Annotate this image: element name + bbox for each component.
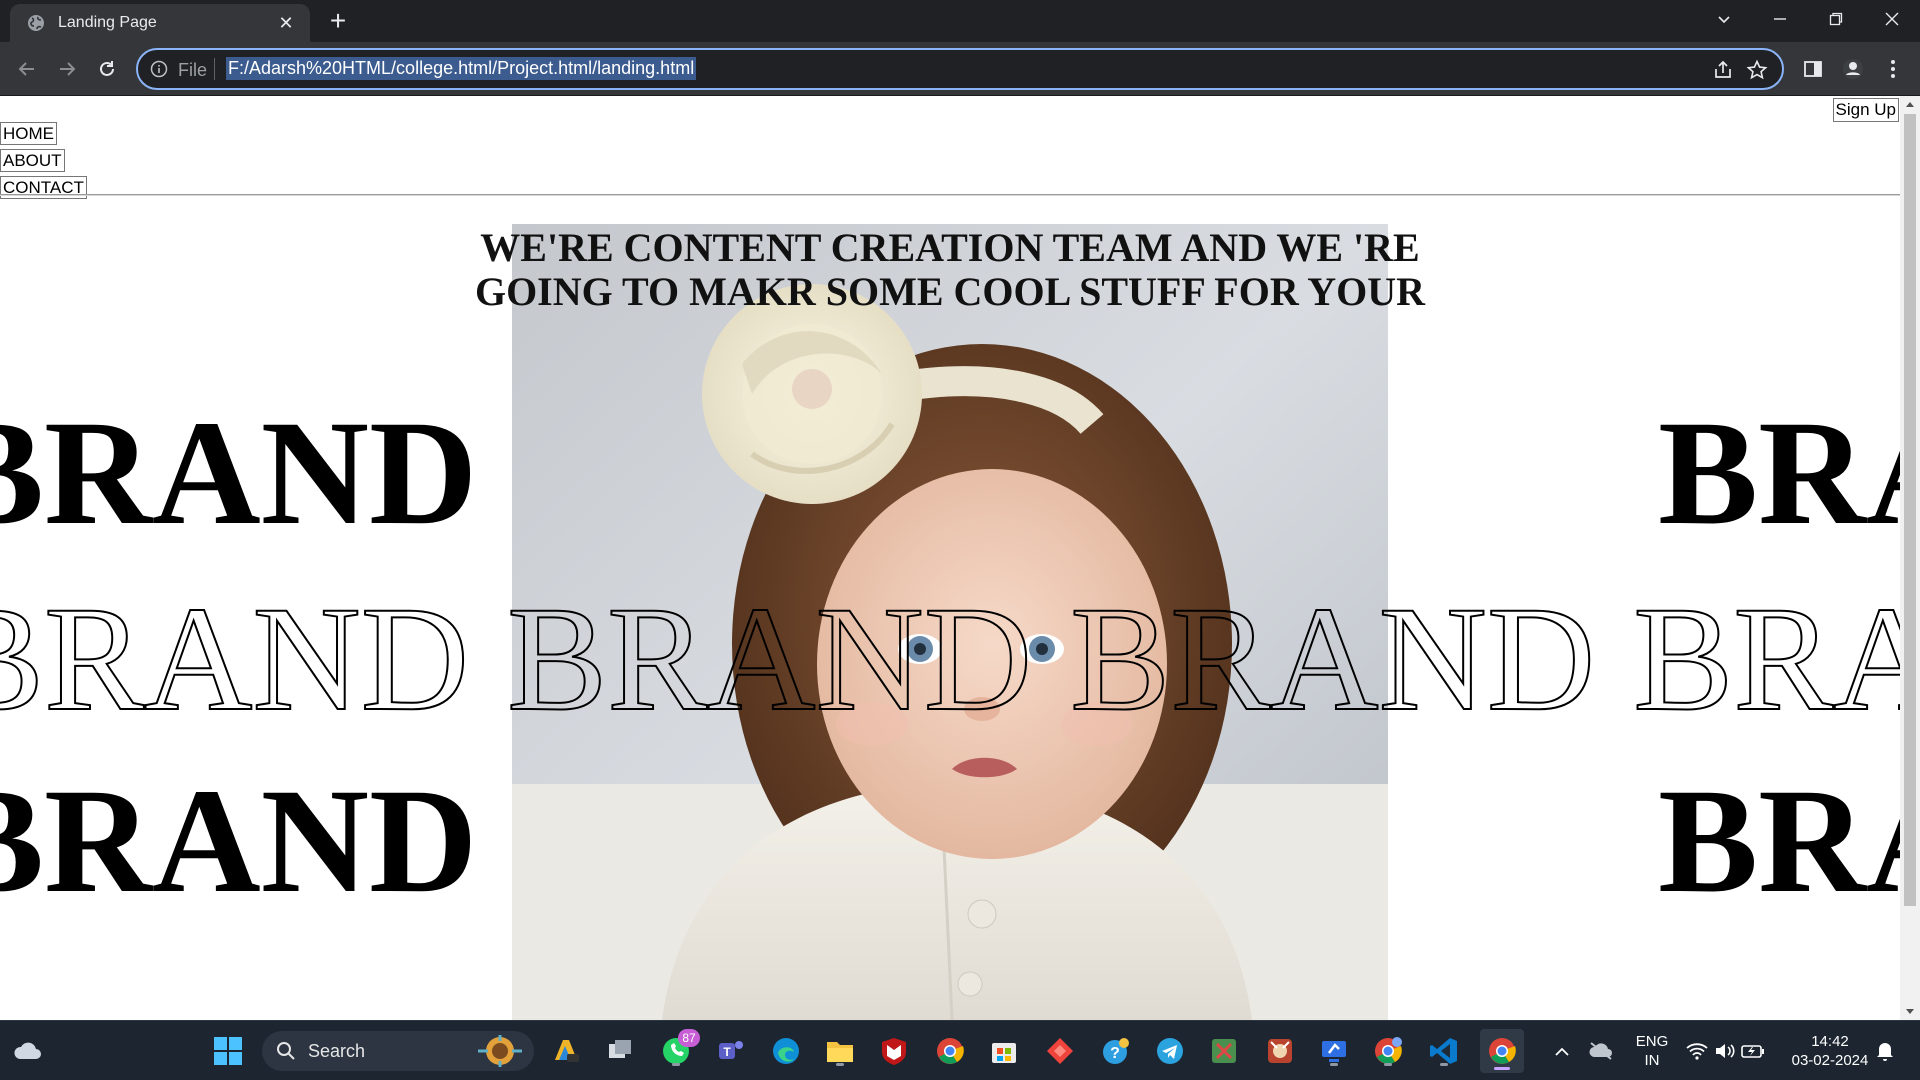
language-region: IN bbox=[1644, 1052, 1660, 1069]
address-bar[interactable]: File F:/Adarsh%20HTML/college.html/Proje… bbox=[136, 48, 1784, 90]
file-explorer-icon[interactable] bbox=[822, 1033, 858, 1069]
brand-marquee-row-3: BRANDBRANDBRANDBRANDBRAND bbox=[0, 766, 1900, 916]
bookmark-star-icon[interactable] bbox=[1746, 59, 1768, 81]
clock-time: 14:42 bbox=[1811, 1033, 1849, 1050]
show-hidden-icons-chevron-icon[interactable] bbox=[1548, 1033, 1576, 1069]
telegram-icon[interactable] bbox=[1152, 1033, 1188, 1069]
tab-search-chevron-icon[interactable] bbox=[1696, 0, 1752, 38]
running-indicator bbox=[1330, 1063, 1338, 1066]
scrollbar-thumb[interactable] bbox=[1904, 114, 1916, 906]
nav-about-button[interactable]: ABOUT bbox=[0, 149, 65, 172]
tab-title: Landing Page bbox=[58, 14, 157, 31]
mcafee-icon[interactable] bbox=[876, 1033, 912, 1069]
brand-text: BRAND bbox=[0, 390, 478, 556]
restore-icon[interactable] bbox=[1808, 0, 1864, 38]
brand-outline-text: BRAND bbox=[1069, 576, 1596, 742]
kebab-menu-icon[interactable] bbox=[1880, 56, 1906, 82]
page-viewport: Sign Up HOME ABOUT CONTACT WE'RE CONTENT… bbox=[0, 96, 1920, 1020]
language-indicator[interactable]: ENG IN bbox=[1632, 1032, 1672, 1070]
get-help-icon[interactable]: ? bbox=[1098, 1033, 1134, 1069]
running-indicator bbox=[672, 1063, 680, 1066]
back-arrow-icon[interactable] bbox=[10, 52, 44, 86]
language-code: ENG bbox=[1635, 1033, 1669, 1050]
address-url[interactable]: F:/Adarsh%20HTML/college.html/Project.ht… bbox=[226, 57, 697, 80]
chrome-active-icon[interactable] bbox=[1480, 1029, 1524, 1073]
sign-up-button[interactable]: Sign Up bbox=[1832, 98, 1899, 122]
running-indicator bbox=[836, 1063, 844, 1066]
brand-text: BRAND bbox=[0, 758, 478, 924]
svg-text:?: ? bbox=[1110, 1045, 1120, 1062]
onedrive-offline-icon[interactable] bbox=[1586, 1033, 1616, 1069]
forward-arrow-icon[interactable] bbox=[50, 52, 84, 86]
microsoft-store-icon[interactable] bbox=[986, 1033, 1022, 1069]
browser-tab[interactable]: Landing Page ✕ bbox=[10, 4, 310, 42]
minimize-icon[interactable] bbox=[1752, 0, 1808, 38]
clock-date: 03-02-2024 bbox=[1791, 1052, 1869, 1069]
address-separator bbox=[214, 58, 215, 80]
scroll-down-arrow-icon[interactable] bbox=[1900, 1004, 1920, 1020]
wifi-icon[interactable] bbox=[1682, 1033, 1712, 1069]
globe-icon bbox=[28, 15, 44, 31]
svg-text:T: T bbox=[723, 1045, 731, 1059]
close-window-icon[interactable] bbox=[1864, 0, 1920, 38]
notification-bell-icon[interactable] bbox=[1868, 1033, 1902, 1069]
battery-charging-icon[interactable] bbox=[1738, 1033, 1768, 1069]
copilot-app-icon[interactable] bbox=[548, 1033, 584, 1069]
whatsapp-unread-badge: 87 bbox=[678, 1029, 700, 1047]
hero-headline: WE'RE CONTENT CREATION TEAM AND WE 'RE G… bbox=[440, 226, 1460, 314]
windows-start-icon[interactable] bbox=[210, 1033, 246, 1069]
anydesk-icon[interactable] bbox=[1042, 1033, 1078, 1069]
brand-outline-text: BRAND bbox=[0, 576, 470, 742]
edge-browser-icon[interactable] bbox=[768, 1033, 804, 1069]
brand-outline-text: BRAND bbox=[506, 576, 1033, 742]
brand-marquee-row-1: BRANDBRANDBRANDBRANDBRAND bbox=[0, 398, 1900, 548]
search-highlight-icon bbox=[478, 1035, 522, 1067]
running-indicator bbox=[1384, 1063, 1392, 1066]
vertical-scrollbar[interactable] bbox=[1900, 96, 1920, 1020]
search-label: Search bbox=[308, 1040, 366, 1061]
nav-home-button[interactable]: HOME bbox=[0, 122, 57, 145]
headline-line-2: GOING TO MAKR SOME COOL STUFF FOR YOUR bbox=[474, 269, 1426, 314]
window-controls bbox=[1696, 0, 1920, 42]
address-scheme-label: File bbox=[178, 60, 208, 80]
chrome-icon[interactable] bbox=[932, 1033, 968, 1069]
share-icon[interactable] bbox=[1712, 59, 1734, 81]
snipping-tool-icon[interactable] bbox=[1206, 1033, 1242, 1069]
teams-icon[interactable]: T bbox=[712, 1033, 748, 1069]
new-tab-button[interactable]: + bbox=[322, 6, 354, 38]
search-icon bbox=[277, 1042, 295, 1060]
active-app-indicator bbox=[1494, 1067, 1510, 1070]
brand-marquee-row-2: BRANDBRANDBRANDBRAND bbox=[0, 583, 1900, 735]
side-panel-icon[interactable] bbox=[1800, 56, 1826, 82]
close-tab-icon[interactable]: ✕ bbox=[276, 13, 296, 34]
browser-toolbar: File F:/Adarsh%20HTML/college.html/Proje… bbox=[0, 42, 1920, 96]
clock[interactable]: 14:42 03-02-2024 bbox=[1782, 1032, 1878, 1070]
vscode-icon[interactable] bbox=[1426, 1033, 1462, 1069]
brand-outline-text: BRAND bbox=[1632, 576, 1900, 742]
windows-taskbar: Search 87 T ? ENG IN 14:42 03-02-2024 bbox=[0, 1020, 1920, 1080]
brand-text: BRAND bbox=[1658, 758, 1900, 924]
headline-line-1: WE'RE CONTENT CREATION TEAM AND WE 'RE bbox=[480, 225, 1420, 270]
scroll-up-arrow-icon[interactable] bbox=[1900, 96, 1920, 112]
running-indicator bbox=[1440, 1063, 1448, 1066]
browser-tab-bar: Landing Page ✕ + bbox=[0, 0, 1920, 42]
profile-avatar-icon[interactable] bbox=[1840, 56, 1866, 82]
task-view-icon[interactable] bbox=[602, 1033, 638, 1069]
taskbar-search[interactable]: Search bbox=[262, 1031, 534, 1071]
remote-desktop-icon[interactable] bbox=[1316, 1033, 1352, 1069]
volume-icon[interactable] bbox=[1710, 1033, 1740, 1069]
landing-page: Sign Up HOME ABOUT CONTACT WE'RE CONTENT… bbox=[0, 96, 1900, 1020]
info-icon[interactable] bbox=[150, 60, 168, 78]
nav-menu: HOME ABOUT CONTACT bbox=[0, 122, 87, 203]
brand-text: BRAND bbox=[1658, 390, 1900, 556]
weather-cloud-icon[interactable] bbox=[10, 1033, 46, 1069]
game-app-icon[interactable] bbox=[1262, 1033, 1298, 1069]
whatsapp-icon[interactable]: 87 bbox=[658, 1029, 700, 1069]
horizontal-rule bbox=[0, 194, 1900, 196]
chrome-profile-icon[interactable] bbox=[1370, 1033, 1406, 1069]
reload-icon[interactable] bbox=[90, 52, 124, 86]
